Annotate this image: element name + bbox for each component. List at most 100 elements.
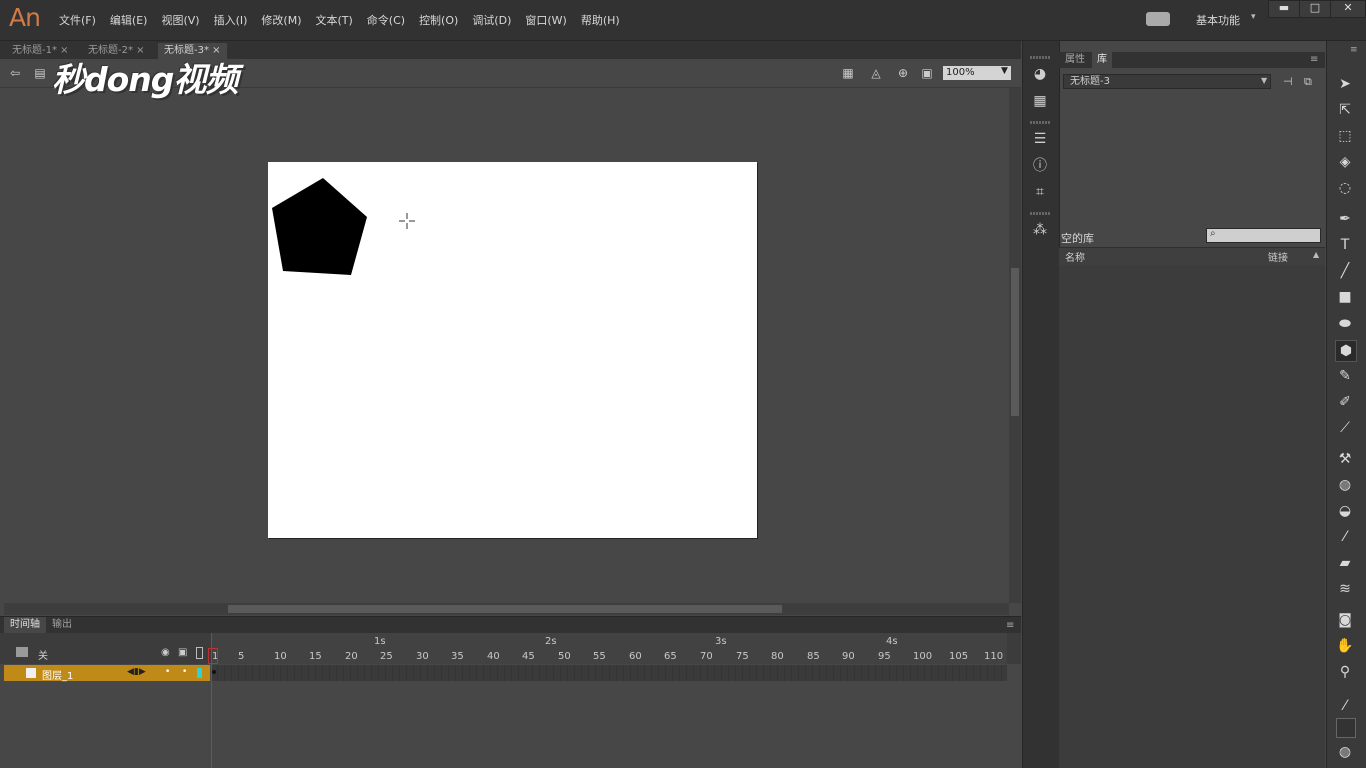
tab-timeline[interactable]: 时间轴	[4, 617, 46, 633]
oval-tool-icon[interactable]: ⬬	[1335, 314, 1355, 334]
color-palette-icon[interactable]: ◕	[1031, 65, 1049, 83]
keyframe-dot[interactable]	[212, 670, 216, 674]
panel-menu-icon[interactable]: ≡	[1350, 45, 1358, 55]
back-arrow-icon[interactable]: ⇦	[8, 66, 22, 80]
eye-icon[interactable]: ◉	[161, 647, 170, 658]
pencil-edit-icon[interactable]: ◀▮▶	[127, 667, 146, 677]
edit-scene-icon[interactable]: ▦	[841, 66, 855, 80]
library-empty-label: 空的库	[1061, 232, 1094, 245]
pentagon-shape[interactable]	[272, 178, 367, 275]
timeline-body	[0, 682, 1021, 768]
second-label: 4s	[886, 636, 898, 647]
free-transform-tool-icon[interactable]: ⬚	[1335, 126, 1355, 146]
panel-menu-icon[interactable]: ≡	[1310, 54, 1318, 65]
dock-grip[interactable]	[1030, 56, 1050, 59]
menu-debug[interactable]: 调试(D)	[465, 12, 518, 28]
paint-bucket-tool-icon[interactable]: ◍	[1335, 475, 1355, 495]
zoom-tool-icon[interactable]: ⚲	[1335, 662, 1355, 682]
swatches-icon[interactable]: ▦	[1031, 92, 1049, 110]
outline-color-swatch[interactable]	[197, 668, 202, 678]
new-library-panel-icon[interactable]: ⧉	[1304, 75, 1312, 89]
eyedropper-tool-icon[interactable]: ⁄	[1335, 527, 1355, 547]
align-icon[interactable]: ☰	[1031, 130, 1049, 148]
maximize-button[interactable]: □	[1299, 0, 1331, 18]
menu-commands[interactable]: 命令(C)	[360, 12, 412, 28]
dock-grip[interactable]	[1030, 121, 1050, 124]
sync-settings-icon[interactable]	[1146, 12, 1170, 26]
pin-icon[interactable]: ⊣	[1283, 75, 1293, 88]
menu-edit[interactable]: 编辑(E)	[103, 12, 155, 28]
playhead-handle[interactable]	[208, 648, 218, 664]
horizontal-scroll-thumb[interactable]	[228, 605, 782, 613]
line-tool-icon[interactable]: ╱	[1335, 261, 1355, 281]
fill-bucket-icon[interactable]: ◍	[1335, 742, 1355, 762]
components-icon[interactable]: ⁂	[1031, 221, 1049, 239]
info-icon[interactable]: ⓘ	[1031, 157, 1049, 175]
center-stage-icon[interactable]: ⊕	[896, 66, 910, 80]
menu-help[interactable]: 帮助(H)	[574, 12, 627, 28]
visible-dot-icon[interactable]: •	[165, 667, 170, 677]
lock-icon[interactable]: ▣	[178, 647, 187, 658]
eraser-tool-icon[interactable]: ▰	[1335, 553, 1355, 573]
dock-grip[interactable]	[1030, 212, 1050, 215]
width-tool-icon[interactable]: ≋	[1335, 579, 1355, 599]
panel-menu-icon[interactable]: ≡	[1006, 620, 1014, 631]
menu-control[interactable]: 控制(O)	[412, 12, 465, 28]
chevron-up-icon[interactable]: ▲	[1313, 250, 1319, 259]
menu-modify[interactable]: 修改(M)	[254, 12, 308, 28]
lasso-tool-icon[interactable]: ◌	[1335, 178, 1355, 198]
stage-canvas[interactable]	[268, 162, 757, 538]
vertical-scroll-thumb[interactable]	[1011, 268, 1019, 416]
column-name[interactable]: 名称	[1065, 249, 1085, 264]
layer-folder-icon[interactable]	[16, 647, 28, 657]
scene-clapper-icon[interactable]: ▤	[33, 66, 47, 80]
column-linkage[interactable]: 链接	[1268, 249, 1288, 264]
camera-tool-icon[interactable]: ◙	[1335, 610, 1355, 630]
edit-symbols-icon[interactable]: ◬	[869, 66, 883, 80]
app-logo: An	[9, 3, 41, 32]
frame-number: 85	[807, 651, 820, 662]
chevron-down-icon[interactable]: ▼	[1001, 66, 1008, 76]
menu-view[interactable]: 视图(V)	[154, 12, 206, 28]
clip-content-icon[interactable]: ▣	[920, 66, 934, 80]
hand-tool-icon[interactable]: ✋	[1335, 636, 1355, 656]
3d-rotation-tool-icon[interactable]: ◈	[1335, 152, 1355, 172]
layer-name[interactable]: 图层_1	[42, 667, 73, 682]
polystar-tool-icon[interactable]: ⬢	[1335, 340, 1357, 362]
frame-number: 45	[522, 651, 535, 662]
outline-icon[interactable]	[196, 647, 203, 659]
workspace-switcher[interactable]: 基本功能	[1196, 12, 1240, 28]
brush-tool-icon[interactable]: ⟋	[1335, 418, 1355, 438]
selection-tool-icon[interactable]: ➤	[1335, 74, 1355, 94]
panel-dock	[1022, 41, 1059, 768]
transform-icon[interactable]: ⌗	[1031, 183, 1049, 201]
menu-insert[interactable]: 插入(I)	[207, 12, 255, 28]
frame-number: 90	[842, 651, 855, 662]
menu-file[interactable]: 文件(F)	[52, 12, 103, 28]
tab-output[interactable]: 输出	[46, 617, 78, 633]
library-document-select[interactable]: 无标题-3	[1063, 74, 1271, 89]
tab-properties[interactable]: 属性	[1060, 52, 1090, 68]
rectangle-tool-icon[interactable]: ■	[1335, 287, 1355, 307]
library-item-list[interactable]	[1059, 265, 1325, 768]
chevron-down-icon[interactable]: ▼	[1261, 76, 1267, 85]
fill-color-swatch[interactable]	[1336, 718, 1356, 738]
layer-frames[interactable]	[211, 665, 1007, 681]
text-tool-icon[interactable]: T	[1335, 235, 1355, 255]
tab-library[interactable]: 库	[1092, 52, 1112, 68]
menu-window[interactable]: 窗口(W)	[518, 12, 573, 28]
minimize-button[interactable]: ▬	[1268, 0, 1300, 18]
paint-brush-tool-icon[interactable]: ✐	[1335, 392, 1355, 412]
pen-tool-icon[interactable]: ✒	[1335, 209, 1355, 229]
stroke-color-icon[interactable]: ⁄	[1335, 696, 1355, 716]
pencil-tool-icon[interactable]: ✎	[1335, 366, 1355, 386]
frame-number: 105	[949, 651, 969, 662]
bone-tool-icon[interactable]: ⚒	[1335, 449, 1355, 469]
subselection-tool-icon[interactable]: ⇱	[1335, 100, 1355, 120]
library-search-input[interactable]: ⌕	[1206, 228, 1321, 243]
close-button[interactable]: ✕	[1330, 0, 1366, 18]
chevron-down-icon[interactable]: ▾	[1251, 12, 1256, 22]
ink-bottle-tool-icon[interactable]: ◒	[1335, 501, 1355, 521]
lock-dot-icon[interactable]: •	[182, 667, 187, 677]
menu-text[interactable]: 文本(T)	[308, 12, 359, 28]
